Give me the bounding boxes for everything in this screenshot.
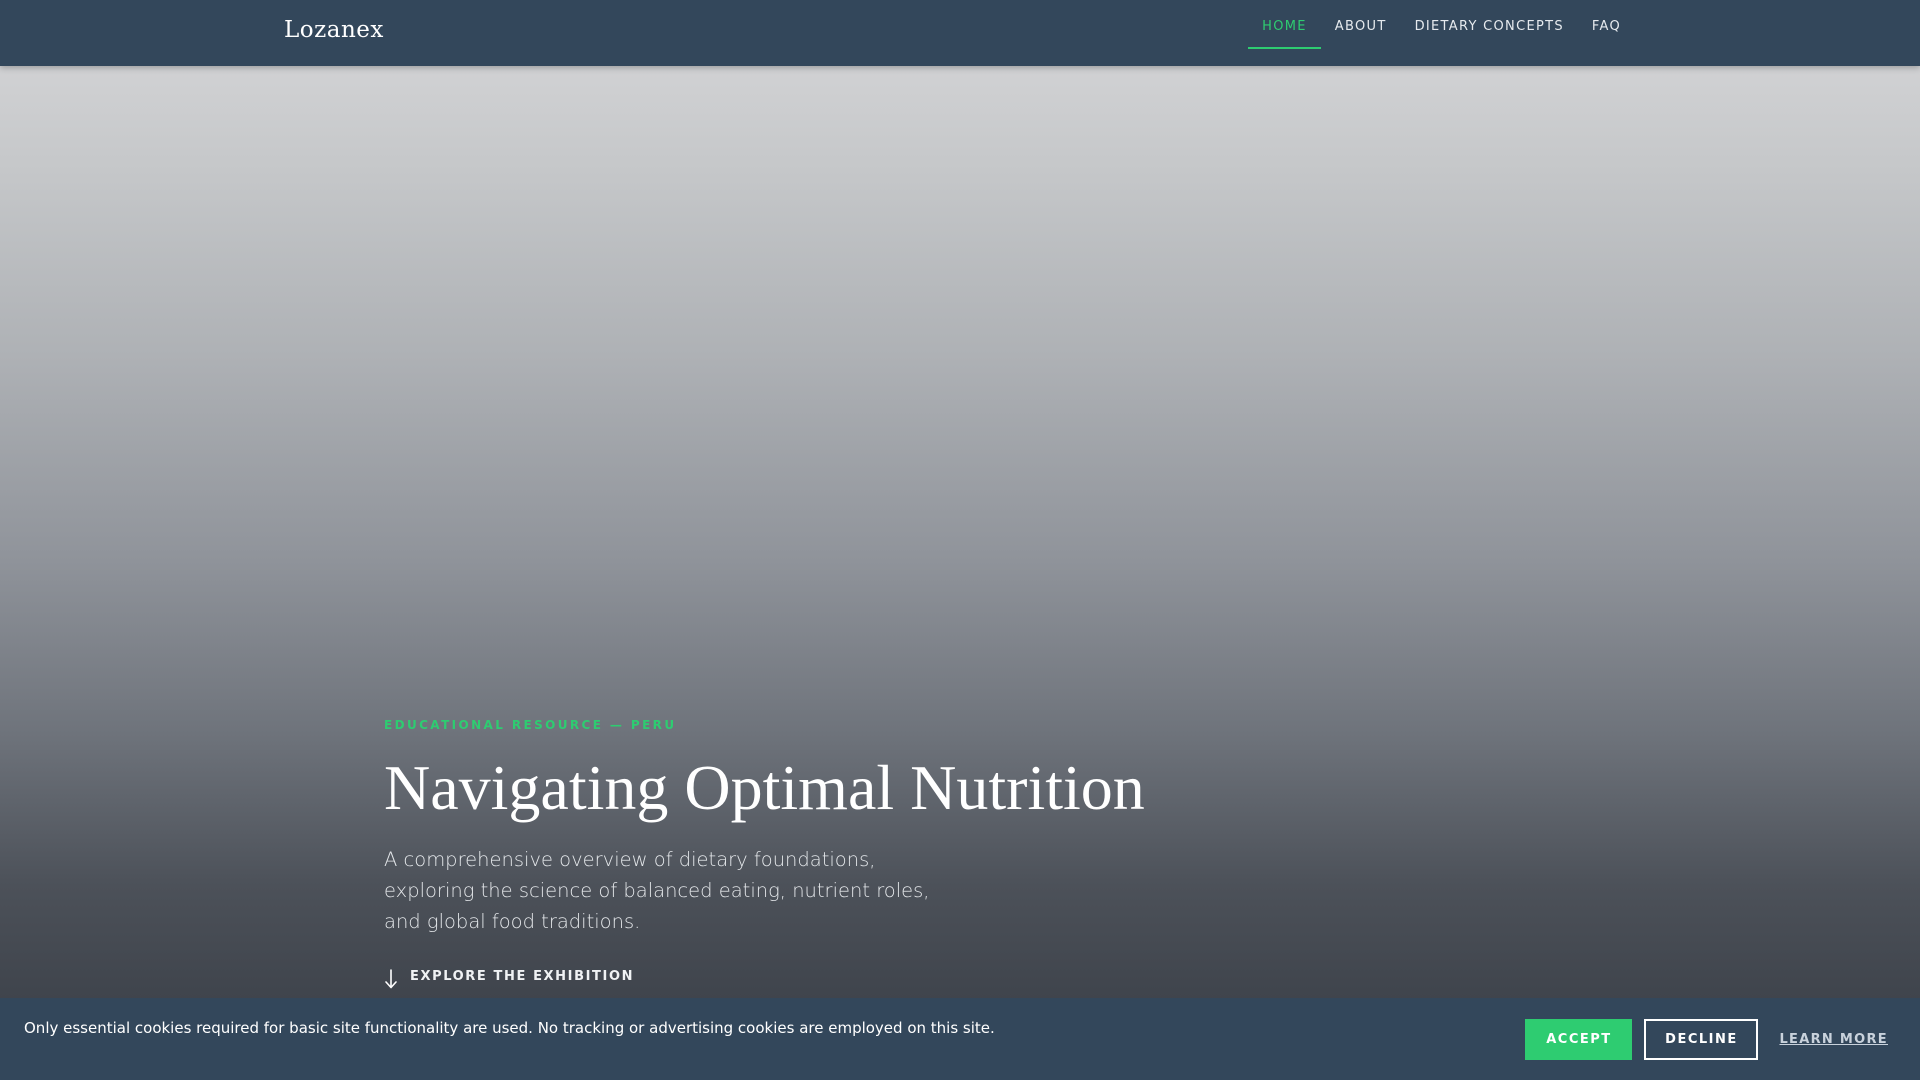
arrow-down-icon [385, 969, 397, 989]
accept-button[interactable]: ACCEPT [1525, 1019, 1633, 1060]
nav-item-dietary-concepts[interactable]: DIETARY CONCEPTS [1401, 0, 1578, 49]
cookie-message: Only essential cookies required for basi… [24, 1019, 995, 1037]
explore-label: EXPLORE THE EXHIBITION [410, 968, 635, 984]
nav-item-home[interactable]: HOME [1248, 0, 1321, 49]
main-nav: HOME ABOUT DIETARY CONCEPTS FAQ [1248, 0, 1635, 66]
hero-subtitle: A comprehensive overview of dietary foun… [384, 848, 930, 933]
brand-logo[interactable]: Lozanex [284, 17, 384, 43]
top-navbar: Lozanex HOME ABOUT DIETARY CONCEPTS FAQ [0, 0, 1920, 66]
page: Lozanex HOME ABOUT DIETARY CONCEPTS FAQ … [0, 0, 1920, 1080]
hero-eyebrow: EDUCATIONAL RESOURCE — PERU [384, 718, 677, 732]
nav-item-about[interactable]: ABOUT [1321, 0, 1401, 49]
decline-button[interactable]: DECLINE [1644, 1019, 1759, 1060]
explore-link[interactable]: EXPLORE THE EXHIBITION [384, 963, 1284, 989]
hero-title: Navigating Optimal Nutrition [384, 752, 1145, 823]
hero-section: EDUCATIONAL RESOURCE — PERU Navigating O… [384, 718, 1284, 989]
nav-item-faq[interactable]: FAQ [1578, 0, 1635, 49]
cookie-banner: Only essential cookies required for basi… [0, 998, 1920, 1080]
cookie-actions: ACCEPT DECLINE LEARN MORE [1525, 1019, 1888, 1060]
learn-more-link[interactable]: LEARN MORE [1779, 1032, 1888, 1047]
